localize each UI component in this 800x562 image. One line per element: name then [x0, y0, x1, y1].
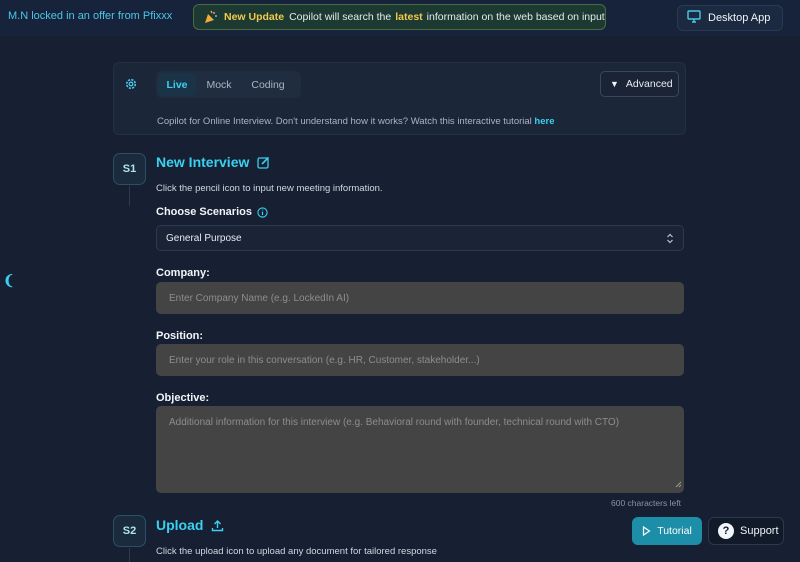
- support-label: Support: [740, 525, 779, 537]
- step1-title-row: New Interview: [156, 154, 270, 170]
- desktop-app-label: Desktop App: [708, 12, 771, 24]
- step1-badge: S1: [113, 153, 146, 185]
- tab-coding[interactable]: Coding: [242, 73, 294, 96]
- triangle-down-icon: ▼: [610, 79, 619, 89]
- step2-title: Upload: [156, 517, 204, 533]
- question-icon: ?: [718, 523, 734, 539]
- update-badge: New Update: [224, 11, 285, 23]
- update-highlight: latest: [395, 11, 423, 23]
- objective-placeholder: Additional information for this intervie…: [169, 417, 620, 428]
- step2-title-row: Upload: [156, 517, 224, 533]
- mode-card: Live Mock Coding ▼ Advanced Copilot for …: [113, 62, 686, 135]
- play-icon: [642, 526, 651, 536]
- pencil-edit-icon[interactable]: [257, 156, 270, 169]
- top-bar: M.N locked in an offer from Pfixxx New U…: [0, 0, 800, 36]
- mode-description-text: Copilot for Online Interview. Don't unde…: [157, 116, 532, 127]
- step2-badge: S2: [113, 515, 146, 547]
- sidebar-toggle-icon[interactable]: ❨: [3, 272, 15, 289]
- party-popper-icon: [204, 10, 218, 24]
- scenario-select[interactable]: General Purpose: [156, 225, 684, 251]
- desktop-app-button[interactable]: Desktop App: [677, 5, 783, 31]
- offer-ticker: M.N locked in an offer from Pfixxx: [8, 10, 173, 22]
- update-text-after: information on the web based on input: [426, 11, 605, 23]
- mode-description: Copilot for Online Interview. Don't unde…: [157, 116, 555, 127]
- advanced-button[interactable]: ▼ Advanced: [600, 71, 679, 97]
- step-connector: [129, 186, 130, 206]
- mode-tabs: Live Mock Coding: [156, 71, 301, 98]
- scenarios-label-row: Choose Scenarios: [156, 206, 268, 218]
- scenario-select-value: General Purpose: [166, 232, 242, 244]
- step-connector: [129, 548, 130, 562]
- position-field[interactable]: Enter your role in this conversation (e.…: [156, 344, 684, 376]
- update-text-before: Copilot will search the: [289, 11, 392, 23]
- update-banner[interactable]: New Update Copilot will search the lates…: [193, 4, 606, 30]
- objective-textarea[interactable]: Additional information for this intervie…: [156, 406, 684, 493]
- advanced-label: Advanced: [625, 78, 673, 90]
- tutorial-button[interactable]: Tutorial: [632, 517, 702, 545]
- tab-mock[interactable]: Mock: [196, 73, 242, 96]
- tutorial-label: Tutorial: [657, 525, 692, 537]
- objective-label: Objective:: [156, 392, 210, 404]
- upload-icon[interactable]: [211, 519, 224, 532]
- info-icon[interactable]: [257, 206, 268, 218]
- company-label: Company:: [156, 267, 210, 279]
- company-field[interactable]: Enter Company Name (e.g. LockedIn AI): [156, 282, 684, 314]
- characters-left: 600 characters left: [611, 498, 681, 508]
- gear-icon[interactable]: [124, 77, 138, 94]
- tab-live[interactable]: Live: [158, 73, 196, 96]
- resize-handle-icon[interactable]: [675, 480, 682, 491]
- step1-helper: Click the pencil icon to input new meeti…: [156, 183, 383, 194]
- chevron-updown-icon: [666, 233, 674, 247]
- monitor-icon: [687, 10, 708, 26]
- scenarios-label: Choose Scenarios: [156, 206, 252, 218]
- step1-title: New Interview: [156, 154, 250, 170]
- position-label: Position:: [156, 330, 204, 342]
- tutorial-link[interactable]: here: [534, 116, 554, 127]
- support-button[interactable]: ? Support: [708, 517, 784, 545]
- step2-helper: Click the upload icon to upload any docu…: [156, 546, 437, 557]
